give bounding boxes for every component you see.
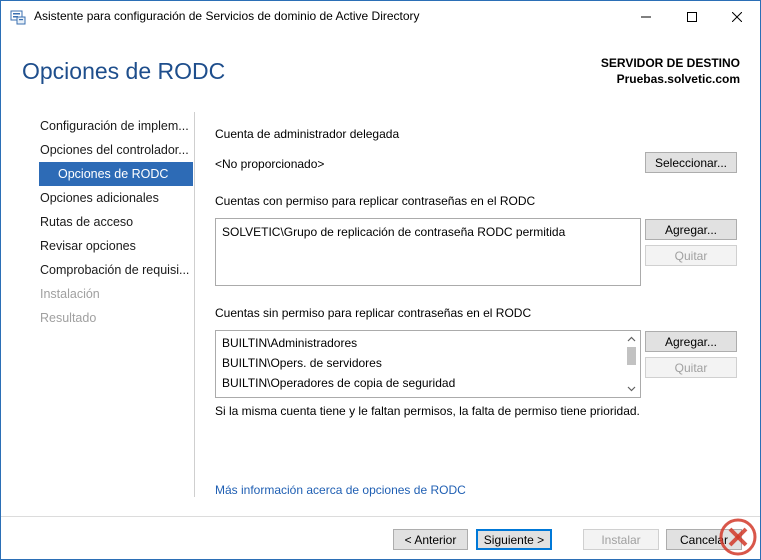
back-button[interactable]: < Anterior	[393, 529, 468, 550]
nav-item-installation: Instalación	[40, 287, 100, 301]
wizard-window: Asistente para configuración de Servicio…	[0, 0, 761, 560]
add-denied-button[interactable]: Agregar...	[645, 331, 737, 352]
scroll-down-icon[interactable]	[623, 382, 640, 396]
nav-item-deployment-config[interactable]: Configuración de implem...	[39, 114, 193, 138]
nav-divider	[194, 112, 195, 497]
footer-divider	[1, 516, 760, 517]
allowed-accounts-label: Cuentas con permiso para replicar contra…	[215, 194, 536, 208]
nav-item-rodc-options[interactable]: Opciones de RODC	[39, 162, 193, 186]
close-button[interactable]	[714, 1, 760, 32]
more-info-link[interactable]: Más información acerca de opciones de RO…	[215, 483, 466, 497]
list-item[interactable]: BUILTIN\Operadores de copia de seguridad	[216, 373, 623, 393]
close-icon	[732, 11, 742, 22]
remove-allowed-button: Quitar	[645, 245, 737, 266]
list-item[interactable]: BUILTIN\Opers. de servidores	[216, 353, 623, 373]
scrollbar-thumb[interactable]	[627, 347, 636, 365]
nav-item-dc-options[interactable]: Opciones del controlador...	[39, 138, 193, 162]
list-item[interactable]: BUILTIN\Administradores	[216, 333, 623, 353]
delegated-admin-label: Cuenta de administrador delegada	[215, 127, 400, 141]
title-bar: Asistente para configuración de Servicio…	[1, 1, 760, 32]
maximize-button[interactable]	[669, 1, 715, 32]
minimize-button[interactable]	[623, 1, 669, 32]
denied-accounts-label: Cuentas sin permiso para replicar contra…	[215, 306, 532, 320]
list-item[interactable]: SOLVETIC\Grupo de replicación de contras…	[216, 222, 640, 242]
denied-accounts-list[interactable]: BUILTIN\Administradores BUILTIN\Opers. d…	[215, 330, 641, 398]
nav-item-results: Resultado	[40, 311, 97, 325]
delegated-admin-value: <No proporcionado>	[215, 157, 325, 171]
priority-note: Si la misma cuenta tiene y le faltan per…	[215, 404, 640, 418]
allowed-accounts-list[interactable]: SOLVETIC\Grupo de replicación de contras…	[215, 218, 641, 286]
scroll-up-icon[interactable]	[623, 332, 640, 346]
select-delegated-button[interactable]: Seleccionar...	[645, 152, 737, 173]
nav-item-prerequisites-check[interactable]: Comprobación de requisi...	[39, 258, 193, 282]
denied-list-scrollbar[interactable]	[623, 331, 640, 397]
window-title: Asistente para configuración de Servicio…	[34, 9, 420, 23]
wizard-nav: Configuración de implem... Opciones del …	[39, 114, 193, 330]
minimize-icon	[641, 12, 651, 22]
server-manager-icon	[10, 9, 26, 25]
remove-denied-button: Quitar	[645, 357, 737, 378]
page-title: Opciones de RODC	[22, 58, 226, 84]
next-button[interactable]: Siguiente >	[476, 529, 552, 550]
add-allowed-button[interactable]: Agregar...	[645, 219, 737, 240]
nav-item-review-options[interactable]: Revisar opciones	[39, 234, 193, 258]
maximize-icon	[687, 11, 697, 22]
watermark-logo-icon	[718, 517, 758, 557]
install-button: Instalar	[583, 529, 659, 550]
destination-server-value: Pruebas.solvetic.com	[616, 72, 740, 86]
nav-item-additional-options[interactable]: Opciones adicionales	[39, 186, 193, 210]
destination-server-label: SERVIDOR DE DESTINO	[600, 56, 740, 70]
nav-item-paths[interactable]: Rutas de acceso	[39, 210, 193, 234]
